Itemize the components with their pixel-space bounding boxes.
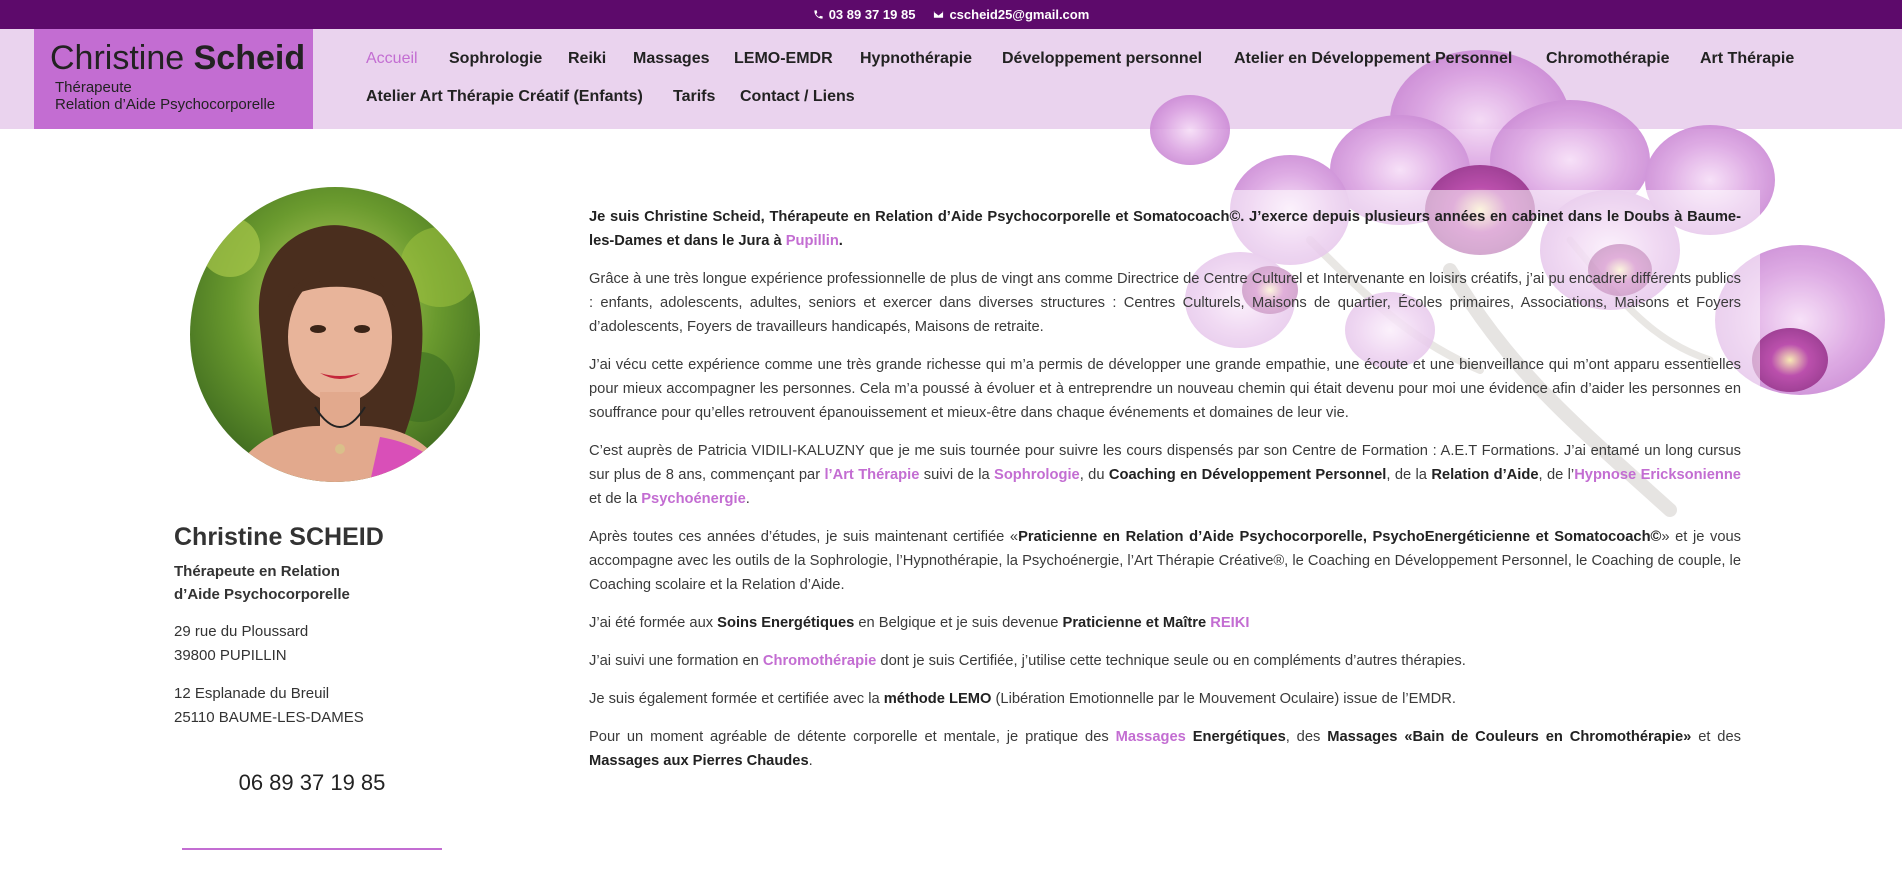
text-run — [1186, 729, 1193, 745]
bold-text: Praticienne en Relation d’Aide Psychocor… — [1018, 529, 1662, 545]
text-run: , du — [1079, 467, 1109, 483]
intro-text: Je suis Christine Scheid, Thérapeute en … — [589, 205, 1741, 787]
portrait-illustration — [190, 187, 480, 482]
nav-item-accueil[interactable]: Accueil — [366, 50, 418, 68]
top-contact-bar: 03 89 37 19 85 cscheid25@gmail.com — [0, 0, 1902, 29]
inline-link[interactable]: Sophrologie — [994, 467, 1080, 483]
logo-subtitle: Thérapeute Relation d’Aide Psychocorpore… — [50, 79, 313, 113]
bold-text: Praticienne et Maître — [1062, 615, 1211, 631]
nav-item-lemo-emdr[interactable]: LEMO-EMDR — [734, 50, 833, 68]
nav-item-art-therapie[interactable]: Art Thérapie — [1700, 50, 1794, 68]
envelope-icon — [934, 11, 944, 18]
inline-link[interactable]: Chromothérapie — [763, 653, 876, 669]
topbar-phone-text: 03 89 37 19 85 — [828, 7, 916, 22]
paragraph-3: J’ai vécu cette expérience comme une trè… — [589, 353, 1741, 425]
text-run: et de la — [589, 491, 642, 507]
paragraph-2: Grâce à une très longue expérience profe… — [589, 267, 1741, 339]
nav-item-reiki[interactable]: Reiki — [568, 50, 606, 68]
bold-text: Massages aux Pierres Chaudes — [589, 753, 809, 769]
therapist-title-line2: d’Aide Psychocorporelle — [174, 586, 350, 603]
bold-text: méthode LEMO — [883, 691, 992, 707]
address-pupillin-street: 29 rue du Ploussard — [174, 623, 309, 640]
therapist-title-line1: Thérapeute en Relation — [174, 563, 340, 580]
address-baume: 12 Esplanade du Breuil 25110 BAUME-LES-D… — [174, 682, 364, 730]
text-run: , des — [1285, 729, 1328, 745]
portrait-photo — [190, 187, 480, 482]
bold-text: . — [838, 233, 843, 249]
topbar-email[interactable]: cscheid25@gmail.com — [933, 7, 1089, 22]
logo-subtitle-line2: Relation d’Aide Psychocorporelle — [55, 96, 276, 113]
inline-link[interactable]: Hypnose Ericksonienne — [1574, 467, 1741, 483]
inline-link[interactable]: Massages — [1116, 729, 1186, 745]
text-run: , de l’ — [1538, 467, 1575, 483]
therapist-name: Christine SCHEID — [174, 523, 384, 551]
paragraph-8: Je suis également formée et certifiée av… — [589, 687, 1741, 711]
address-baume-city: 25110 BAUME-LES-DAMES — [174, 709, 364, 726]
phone-icon — [814, 10, 823, 19]
paragraph-5: Après toutes ces années d’études, je sui… — [589, 525, 1741, 597]
text-run: dont je suis Certifiée, j’utilise cette … — [876, 653, 1466, 669]
paragraph-6: J’ai été formée aux Soins Energétiques e… — [589, 611, 1741, 635]
sidebar-phone[interactable]: 06 89 37 19 85 — [174, 770, 450, 796]
nav-item-sophrologie[interactable]: Sophrologie — [449, 50, 542, 68]
topbar-phone[interactable]: 03 89 37 19 85 — [813, 7, 916, 22]
logo-name: Christine Scheid — [50, 41, 313, 75]
topbar-email-text: cscheid25@gmail.com — [949, 7, 1090, 22]
site-logo[interactable]: Christine Scheid Thérapeute Relation d’A… — [34, 29, 313, 129]
text-run: Grâce à une très longue expérience profe… — [589, 271, 1741, 335]
text-run: et des — [1691, 729, 1741, 745]
nav-item-chromotherapie[interactable]: Chromothérapie — [1546, 50, 1670, 68]
nav-item-hypnotherapie[interactable]: Hypnothérapie — [860, 50, 972, 68]
text-run: , de la — [1386, 467, 1432, 483]
address-baume-street: 12 Esplanade du Breuil — [174, 685, 330, 702]
bold-text: Coaching en Développement Personnel — [1108, 467, 1387, 483]
address-pupillin-city: 39800 PUPILLIN — [174, 647, 287, 664]
nav-item-massages[interactable]: Massages — [633, 50, 710, 68]
inline-link[interactable]: l’Art Thérapie — [824, 467, 919, 483]
inline-link[interactable]: REIKI — [1210, 615, 1249, 631]
paragraph-4: C’est auprès de Patricia VIDILI-KALUZNY … — [589, 439, 1741, 511]
nav-item-developpement-personnel[interactable]: Développement personnel — [1002, 50, 1202, 68]
text-run: Après toutes ces années d’études, je sui… — [589, 529, 1019, 545]
main-navigation: Accueil Sophrologie Reiki Massages LEMO-… — [366, 29, 1846, 129]
paragraph-1: Je suis Christine Scheid, Thérapeute en … — [589, 205, 1741, 253]
logo-subtitle-line1: Thérapeute — [55, 79, 132, 96]
text-run: (Libération Emotionnelle par le Mouvemen… — [991, 691, 1456, 707]
bold-text: Soins Energétiques — [717, 615, 855, 631]
divider-line — [182, 848, 442, 850]
text-run: . — [745, 491, 750, 507]
bold-text: Je suis Christine Scheid, Thérapeute en … — [589, 209, 1741, 249]
nav-item-atelier-developpement[interactable]: Atelier en Développement Personnel — [1234, 50, 1512, 68]
text-run: Je suis également formée et certifiée av… — [589, 691, 884, 707]
bold-text: Relation d’Aide — [1431, 467, 1539, 483]
bold-text: Energétiques — [1192, 729, 1286, 745]
paragraph-9: Pour un moment agréable de détente corpo… — [589, 725, 1741, 773]
inline-link[interactable]: Pupillin — [786, 233, 839, 249]
inline-link[interactable]: Psychoénergie — [641, 491, 746, 507]
text-run: . — [808, 753, 813, 769]
logo-first-name: Christine — [50, 39, 185, 77]
nav-item-contact[interactable]: Contact / Liens — [740, 88, 855, 106]
text-run: J’ai été formée aux — [589, 615, 718, 631]
text-run: en Belgique et je suis devenue — [854, 615, 1063, 631]
text-run: J’ai vécu cette expérience comme une trè… — [589, 357, 1741, 421]
bold-text: Massages «Bain de Couleurs en Chromothér… — [1327, 729, 1692, 745]
therapist-title: Thérapeute en Relation d’Aide Psychocorp… — [174, 560, 414, 606]
text-run: J’ai suivi une formation en — [589, 653, 763, 669]
text-run: suivi de la — [919, 467, 995, 483]
nav-item-atelier-art-therapie[interactable]: Atelier Art Thérapie Créatif (Enfants) — [366, 88, 643, 106]
paragraph-7: J’ai suivi une formation en Chromothérap… — [589, 649, 1741, 673]
address-pupillin: 29 rue du Ploussard 39800 PUPILLIN — [174, 620, 308, 668]
logo-last-name: Scheid — [193, 39, 306, 77]
nav-item-tarifs[interactable]: Tarifs — [673, 88, 715, 106]
text-run: Pour un moment agréable de détente corpo… — [589, 729, 1116, 745]
